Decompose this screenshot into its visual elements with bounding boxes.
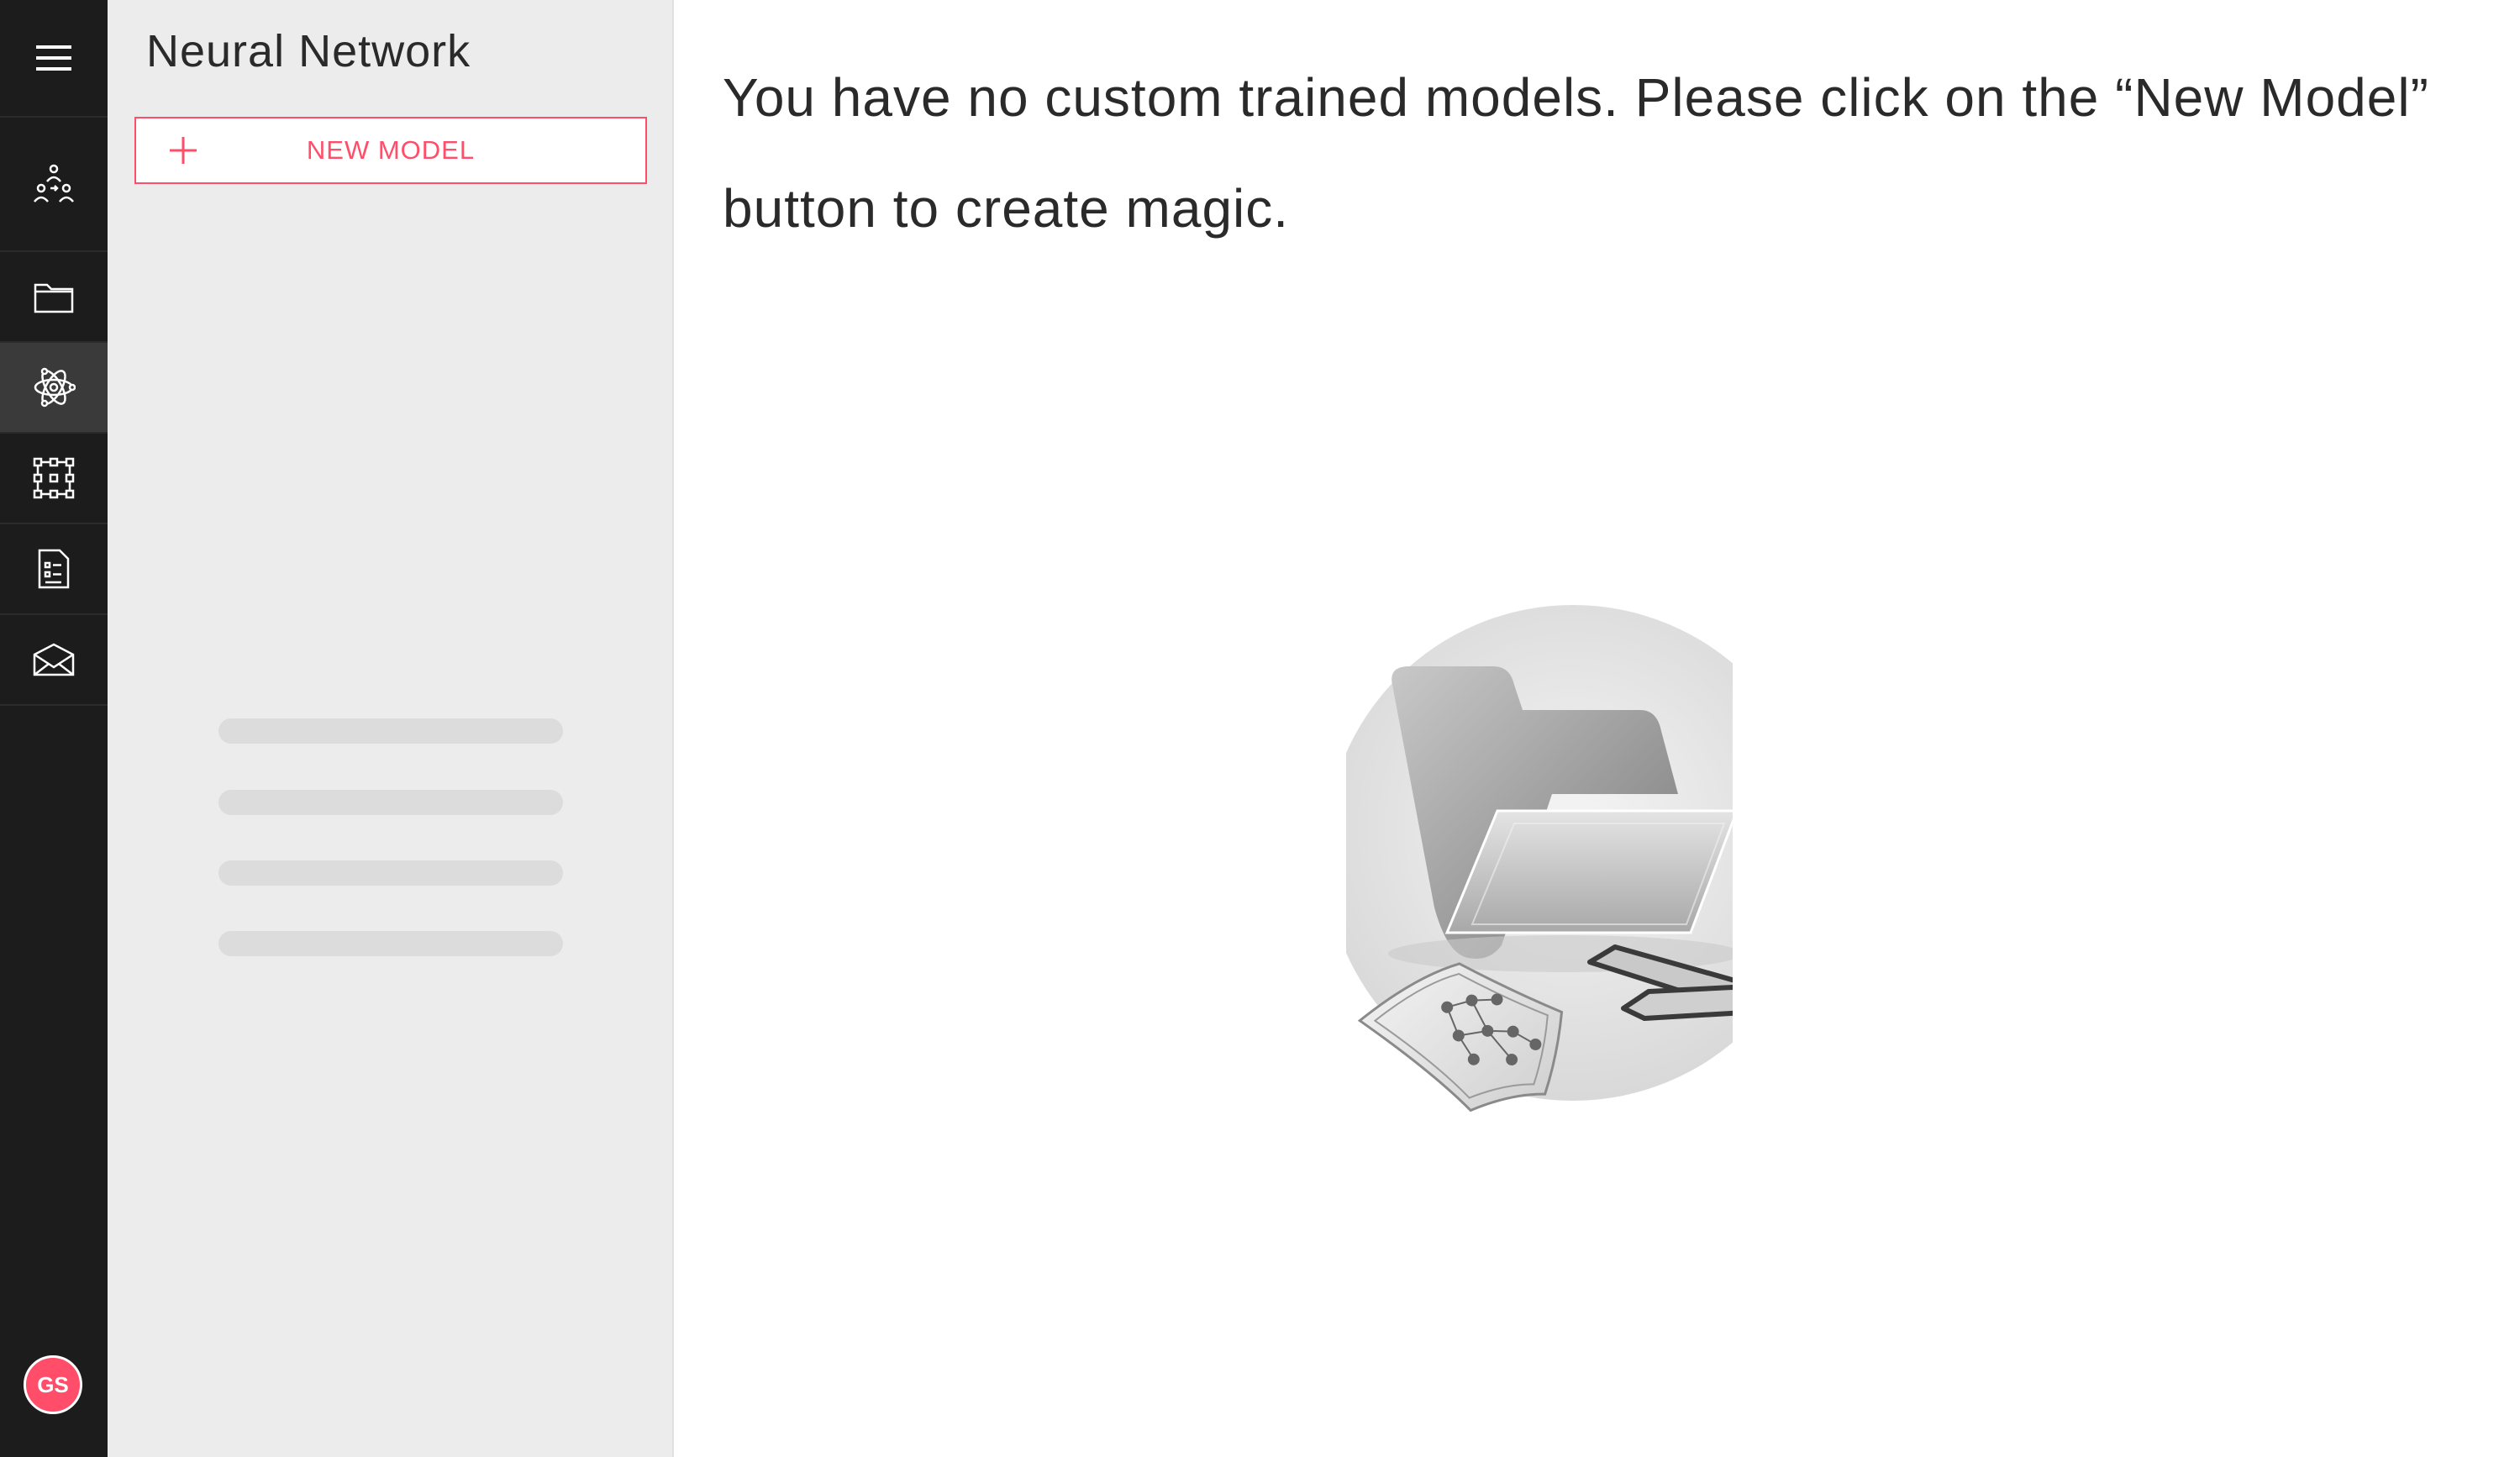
empty-state-message: You have no custom trained models. Pleas… — [723, 67, 2429, 239]
avatar-initials: GS — [37, 1371, 69, 1397]
team-network-icon — [34, 164, 74, 203]
dataset-grid-icon — [33, 457, 75, 499]
empty-folder-illustration — [1346, 605, 1733, 1112]
rail-item-team[interactable] — [0, 118, 108, 252]
report-list-icon — [38, 549, 70, 589]
side-panel: Neural Network NEW MODEL — [108, 0, 674, 1457]
folder-icon — [34, 283, 74, 313]
loading-placeholder — [218, 718, 563, 744]
panel-title: Neural Network — [146, 26, 471, 76]
rail-item-mail[interactable] — [0, 615, 108, 706]
app-window: GS Neural Network NEW MODEL You have no … — [0, 0, 2520, 1457]
main-content: You have no custom trained models. Pleas… — [674, 0, 2520, 1457]
new-model-label: NEW MODEL — [306, 135, 476, 165]
menu-button[interactable] — [0, 0, 108, 118]
atom-network-icon — [34, 367, 76, 408]
loading-placeholder — [218, 790, 563, 815]
new-model-button[interactable]: NEW MODEL — [134, 117, 647, 184]
rail-item-dataset[interactable] — [0, 434, 108, 524]
loading-placeholder — [218, 860, 563, 886]
rail-item-neural-network[interactable] — [0, 343, 108, 434]
loading-placeholder — [218, 931, 563, 956]
user-avatar[interactable]: GS — [24, 1355, 82, 1414]
rail-item-reports[interactable] — [0, 524, 108, 615]
mail-icon — [33, 643, 75, 676]
icon-rail: GS — [0, 0, 108, 1457]
hamburger-menu-icon — [36, 45, 71, 71]
rail-item-folder[interactable] — [0, 252, 108, 343]
